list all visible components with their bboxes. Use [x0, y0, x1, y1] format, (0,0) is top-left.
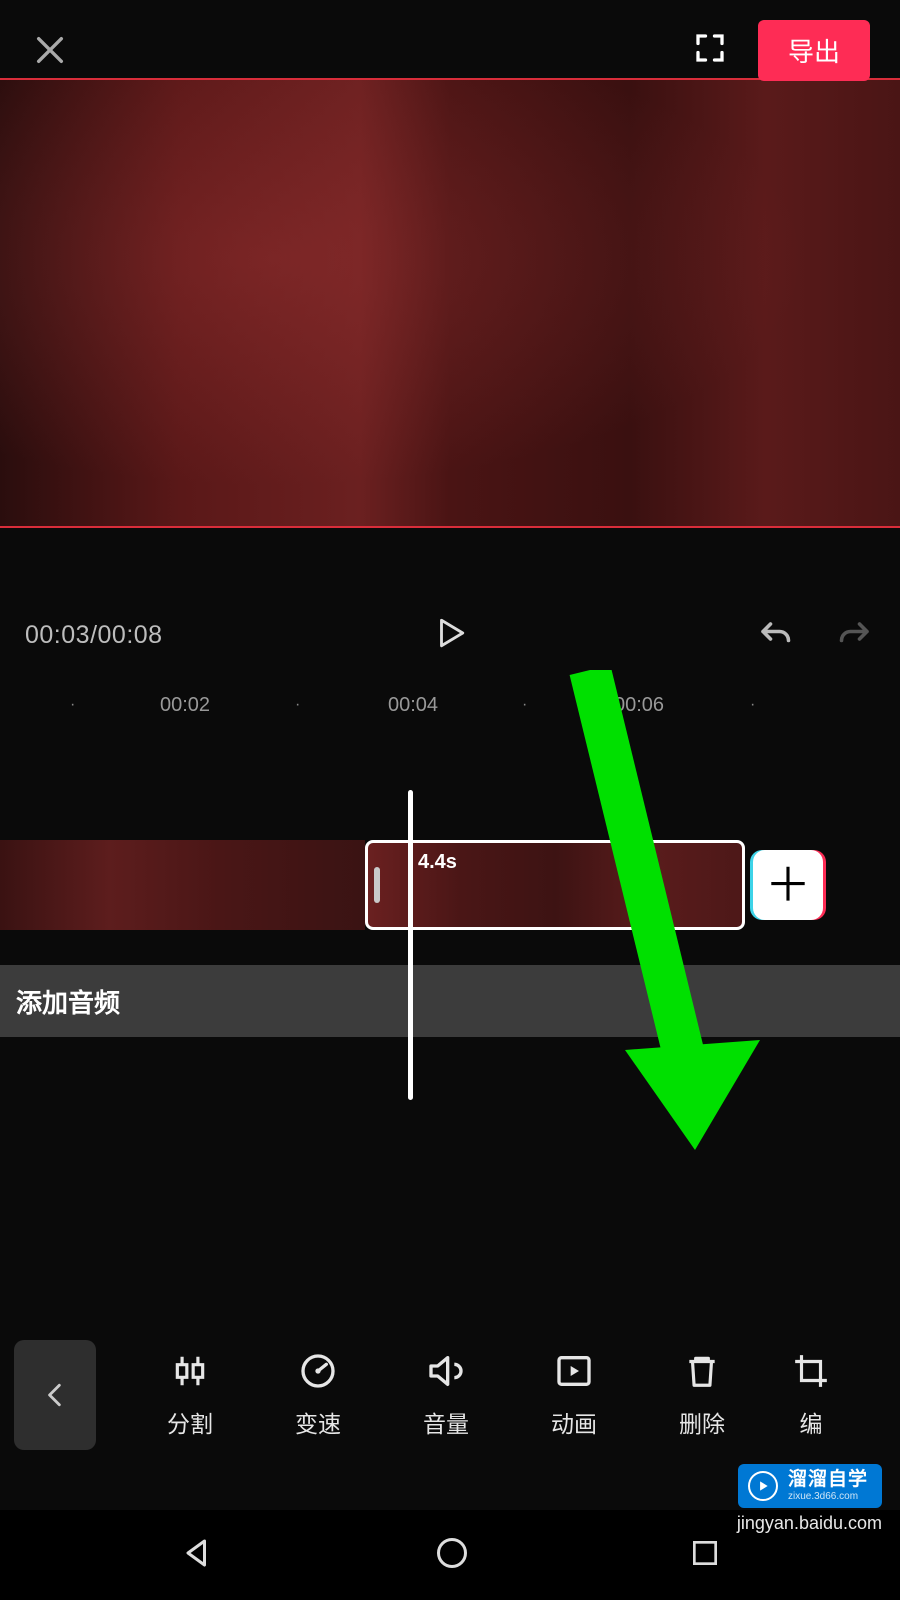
expand-icon	[692, 30, 728, 66]
ruler-tick: 00:06	[614, 694, 664, 717]
timeline-ruler[interactable]: · 00:02 · 00:04 · 00:06 ·	[0, 685, 900, 725]
redo-icon	[835, 615, 875, 651]
close-button[interactable]	[30, 30, 70, 70]
trash-icon	[683, 1351, 721, 1391]
tool-animation[interactable]: 动画	[510, 1351, 638, 1439]
tool-label: 动画	[551, 1405, 597, 1439]
play-icon	[433, 614, 467, 652]
ruler-dot: ·	[295, 696, 300, 714]
clip-trim-handle-left[interactable]	[374, 867, 380, 903]
play-button[interactable]	[433, 614, 467, 657]
tool-edit[interactable]: 编	[766, 1351, 856, 1439]
nav-back-button[interactable]	[179, 1535, 215, 1576]
toolbar-back-button[interactable]	[14, 1340, 96, 1450]
ruler-tick: 00:02	[160, 694, 210, 717]
audio-track[interactable]: 添加音频	[0, 965, 900, 1037]
total-time: 00:08	[98, 621, 163, 649]
redo-button	[835, 615, 875, 656]
triangle-left-icon	[179, 1535, 215, 1571]
play-circle-icon	[748, 1471, 778, 1501]
ruler-dot: ·	[522, 696, 527, 714]
volume-icon	[424, 1351, 468, 1391]
clip-duration-label: 4.4s	[418, 851, 457, 874]
top-bar: 导出	[0, 20, 900, 80]
tool-split[interactable]: 分割	[126, 1351, 254, 1439]
speed-icon	[298, 1351, 338, 1391]
watermark-site: jingyan.baidu.com	[737, 1513, 882, 1534]
top-right-controls: 导出	[692, 20, 870, 81]
tool-label: 分割	[167, 1405, 213, 1439]
circle-icon	[434, 1535, 470, 1571]
fullscreen-button[interactable]	[692, 30, 728, 71]
tool-label: 编	[800, 1405, 823, 1439]
ruler-tick: 00:04	[388, 694, 438, 717]
current-time: 00:03	[25, 621, 90, 649]
bottom-toolbar: 分割 变速 音量 动画 删除	[0, 1325, 900, 1465]
video-track[interactable]: 4.4s ＋	[0, 840, 900, 930]
tool-volume[interactable]: 音量	[382, 1351, 510, 1439]
undo-button[interactable]	[755, 615, 795, 656]
nav-recent-button[interactable]	[689, 1537, 721, 1574]
ruler-dot: ·	[750, 696, 755, 714]
animation-icon	[554, 1351, 594, 1391]
split-icon	[171, 1351, 209, 1391]
plus-icon: ＋	[765, 862, 811, 908]
time-display: 00:03/00:08	[25, 621, 163, 650]
watermark-text: 溜溜自学	[788, 1470, 868, 1491]
tool-speed[interactable]: 变速	[254, 1351, 382, 1439]
undo-redo-group	[755, 615, 875, 656]
playback-controls: 00:03/00:08	[0, 600, 900, 670]
tool-label: 音量	[423, 1405, 469, 1439]
playhead[interactable]	[408, 790, 413, 1100]
nav-home-button[interactable]	[434, 1535, 470, 1576]
clip-selected[interactable]: 4.4s	[365, 840, 745, 930]
timeline-area: 4.4s ＋	[0, 840, 900, 930]
chevron-left-icon	[42, 1375, 68, 1415]
add-clip-button[interactable]: ＋	[753, 850, 823, 920]
tool-label: 变速	[295, 1405, 341, 1439]
tool-label: 删除	[679, 1405, 725, 1439]
tool-strip[interactable]: 分割 变速 音量 动画 删除	[96, 1351, 900, 1439]
ruler-dot: ·	[70, 696, 75, 714]
close-icon	[33, 33, 67, 67]
add-audio-label: 添加音频	[16, 983, 120, 1020]
video-preview[interactable]	[0, 78, 900, 528]
clip-segment[interactable]	[0, 840, 365, 930]
tool-delete[interactable]: 删除	[638, 1351, 766, 1439]
square-icon	[689, 1537, 721, 1569]
export-button[interactable]: 导出	[758, 20, 870, 81]
undo-icon	[755, 615, 795, 651]
watermark-badge: 溜溜自学 zixue.3d66.com	[738, 1464, 882, 1508]
annotation-arrow	[560, 670, 760, 1190]
watermark-sub: zixue.3d66.com	[788, 1491, 868, 1502]
crop-icon	[792, 1351, 830, 1391]
